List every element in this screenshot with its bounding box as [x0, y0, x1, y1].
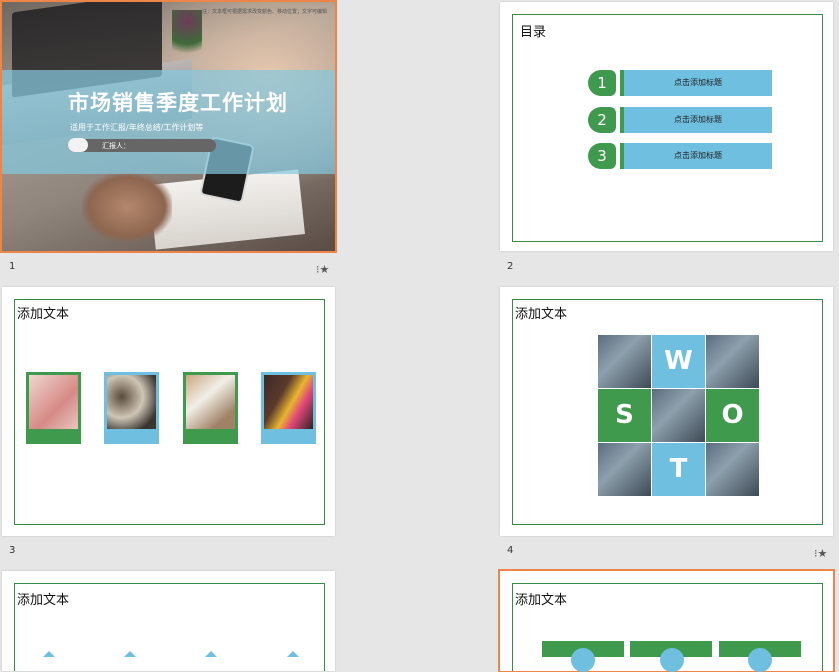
triangle-marker — [287, 651, 299, 657]
swot-photo-tr — [706, 335, 759, 388]
triangle-marker — [205, 651, 217, 657]
swot-s-cell: S — [598, 389, 651, 442]
swot-w-cell: W — [652, 335, 705, 388]
picture-card-4 — [261, 372, 316, 444]
swot-t-cell: T — [652, 443, 705, 496]
toc-number: 2 — [588, 107, 616, 133]
swot-letter-o: O — [721, 400, 744, 430]
circle-icon — [748, 648, 772, 672]
photo-stationery — [264, 375, 313, 429]
slide-number-1: 1 — [9, 261, 16, 272]
triangle-marker — [43, 651, 55, 657]
slide-2-title: 目录 — [520, 25, 547, 40]
toc-item-1: 1 点击添加标题 — [588, 70, 778, 96]
swot-letter-s: S — [615, 400, 634, 430]
star-icon[interactable]: ⁝★ — [316, 263, 330, 276]
picture-card-2 — [104, 372, 159, 444]
circle-icon — [660, 648, 684, 672]
circle-icon — [571, 648, 595, 672]
star-icon[interactable]: ⁝★ — [814, 547, 828, 560]
swot-photo-center — [652, 389, 705, 442]
swot-letter-t: T — [669, 454, 688, 484]
slide-number-3: 3 — [9, 545, 16, 556]
swot-o-cell: O — [706, 389, 759, 442]
reporter-label: 汇报人： — [102, 142, 130, 150]
swot-letter-w: W — [664, 346, 693, 376]
plant-photo — [172, 10, 202, 65]
swot-photo-tl — [598, 335, 651, 388]
photo-notebook — [186, 375, 235, 429]
slide-thumbnail-1[interactable]: 注：文本框可根据需求改变颜色、移动位置；文字可编辑 市场销售季度工作计划 适用于… — [0, 0, 337, 253]
slide-5-title: 添加文本 — [17, 593, 70, 608]
toc-label: 点击添加标题 — [624, 70, 772, 96]
toc-item-3: 3 点击添加标题 — [588, 143, 778, 169]
hand-photo — [82, 172, 172, 242]
swot-photo-br — [706, 443, 759, 496]
slide-number-4: 4 — [507, 545, 514, 556]
slide-1-subtitle: 适用于工作汇报/年终总结/工作计划等 — [70, 123, 204, 132]
slide-1-title: 市场销售季度工作计划 — [68, 90, 288, 115]
slide-6-title: 添加文本 — [515, 593, 568, 608]
slide-4-title: 添加文本 — [515, 307, 568, 322]
toc-item-2: 2 点击添加标题 — [588, 107, 778, 133]
reporter-pill — [68, 139, 216, 152]
slide-1-note: 注：文本框可根据需求改变颜色、移动位置；文字可编辑 — [201, 9, 327, 15]
photo-desk — [107, 375, 156, 429]
triangle-marker — [124, 651, 136, 657]
toc-label: 点击添加标题 — [624, 143, 772, 169]
slide-number-2: 2 — [507, 261, 514, 272]
swot-photo-bl — [598, 443, 651, 496]
reporter-knob — [68, 138, 88, 152]
picture-card-3 — [183, 372, 238, 444]
toc-label: 点击添加标题 — [624, 107, 772, 133]
toc-number: 3 — [588, 143, 616, 169]
picture-card-1 — [26, 372, 81, 444]
photo-person — [29, 375, 78, 429]
toc-number: 1 — [588, 70, 616, 96]
slide-3-title: 添加文本 — [17, 307, 70, 322]
